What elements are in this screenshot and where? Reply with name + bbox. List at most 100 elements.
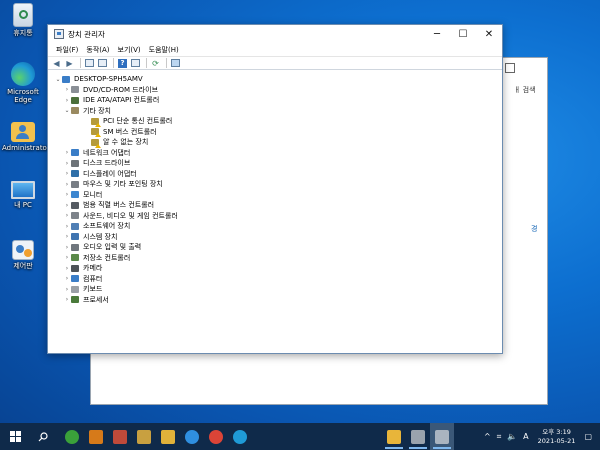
tree-item-label: 디스플레이 어댑터 — [83, 169, 137, 178]
collapse-chevron-icon[interactable]: ⌄ — [54, 76, 62, 83]
back-arrow-icon[interactable]: ◀ — [51, 58, 62, 68]
properties-icon[interactable] — [84, 58, 95, 68]
edge-label: Microsoft Edge — [7, 88, 39, 104]
menu-help[interactable]: 도움말(H) — [145, 45, 183, 55]
tree-item[interactable]: › 마우스 및 기타 포인팅 장치 — [48, 179, 502, 190]
tree-item[interactable]: › DVD/CD-ROM 드라이브 — [48, 85, 502, 96]
tree-item[interactable]: SM 버스 컨트롤러 — [48, 127, 502, 138]
expand-chevron-icon[interactable]: › — [63, 223, 71, 230]
desktop-icon-edge[interactable]: Microsoft Edge — [2, 62, 44, 104]
volume-icon[interactable]: 🔈 — [507, 432, 517, 441]
expand-chevron-icon[interactable]: › — [63, 265, 71, 272]
taskbar-app-bee-app[interactable] — [132, 423, 156, 450]
tree-item-label: DVD/CD-ROM 드라이브 — [83, 85, 159, 94]
taskbar-app-folder[interactable] — [382, 423, 406, 450]
tree-item[interactable]: ⌄ 기타 장치 — [48, 106, 502, 117]
help-icon[interactable]: ? — [117, 58, 128, 68]
taskbar-app-chrome[interactable] — [204, 423, 228, 450]
monitor-icon — [71, 191, 79, 199]
menu-action[interactable]: 동작(A) — [82, 45, 113, 55]
expand-chevron-icon[interactable]: › — [63, 97, 71, 104]
taskbar-app-file-explorer[interactable] — [156, 423, 180, 450]
background-window-control[interactable] — [505, 63, 515, 73]
clock[interactable]: 오후 3:19 2021-05-21 — [538, 428, 576, 446]
tree-item-label: 네트워크 어댑터 — [83, 148, 131, 157]
monitor-toolbar-icon[interactable] — [170, 58, 181, 68]
taskbar-app-edge[interactable] — [228, 423, 252, 450]
taskbar-app-tool-app[interactable] — [84, 423, 108, 450]
background-link-text[interactable]: 경 — [531, 224, 537, 234]
desktop-icon-administrator[interactable]: Administrator — [2, 122, 50, 152]
device-tree[interactable]: ⌄ DESKTOP-SPH5AMV › DVD/CD-ROM 드라이브 › IDE A… — [48, 72, 502, 353]
taskbar-app-eye-app[interactable] — [108, 423, 132, 450]
taskbar-app-device-manager-app[interactable] — [430, 423, 454, 450]
desktop-icon-recycle-bin[interactable]: 휴지통 — [2, 3, 44, 37]
menu-view[interactable]: 보기(V) — [114, 45, 145, 55]
device-manager-window[interactable]: 장치 관리자 ─ ☐ ✕ 파일(F) 동작(A) 보기(V) 도움말(H) ◀ … — [47, 24, 503, 354]
other-devices-icon — [71, 107, 79, 115]
tree-item[interactable]: › 키보드 — [48, 284, 502, 295]
tree-item[interactable]: › 모니터 — [48, 190, 502, 201]
title-bar[interactable]: 장치 관리자 ─ ☐ ✕ — [48, 25, 502, 43]
taskbar-app-printer-app[interactable] — [406, 423, 430, 450]
minimize-button[interactable]: ─ — [424, 25, 450, 43]
taskbar-app-ie[interactable] — [180, 423, 204, 450]
tree-item[interactable]: › 저장소 컨트롤러 — [48, 253, 502, 264]
taskbar: ^ ⌗ 🔈 A 오후 3:19 2021-05-21 ▢ — [0, 423, 600, 450]
tree-item[interactable]: › 카메라 — [48, 263, 502, 274]
recycle-bin-label: 휴지통 — [13, 29, 33, 37]
expand-chevron-icon[interactable]: ⌄ — [63, 107, 71, 114]
tree-item[interactable]: › 디스플레이 어댑터 — [48, 169, 502, 180]
resource-view-icon[interactable] — [130, 58, 141, 68]
taskbar-app-utorrent[interactable] — [60, 423, 84, 450]
tray-chevron-icon[interactable]: ^ — [484, 432, 491, 441]
tree-item[interactable]: › 디스크 드라이브 — [48, 158, 502, 169]
expand-chevron-icon[interactable]: › — [63, 160, 71, 167]
close-button[interactable]: ✕ — [476, 25, 502, 43]
search-button[interactable] — [30, 423, 56, 450]
notification-icon[interactable]: ▢ — [584, 432, 592, 441]
scan-hardware-icon[interactable]: ⟳ — [150, 58, 161, 68]
camera-icon — [71, 264, 79, 272]
tree-item[interactable]: › 프로세서 — [48, 295, 502, 306]
expand-chevron-icon[interactable]: › — [63, 181, 71, 188]
expand-chevron-icon[interactable]: › — [63, 170, 71, 177]
expand-chevron-icon[interactable]: › — [63, 296, 71, 303]
expand-chevron-icon[interactable]: › — [63, 244, 71, 251]
view-list-icon[interactable] — [97, 58, 108, 68]
expand-chevron-icon[interactable]: › — [63, 202, 71, 209]
expand-chevron-icon[interactable]: › — [63, 86, 71, 93]
expand-chevron-icon[interactable]: › — [63, 275, 71, 282]
expand-chevron-icon[interactable]: › — [63, 191, 71, 198]
tree-item[interactable]: › 시스템 장치 — [48, 232, 502, 243]
start-button[interactable] — [0, 423, 30, 450]
display-adapter-icon — [71, 170, 79, 178]
ime-indicator[interactable]: A — [523, 432, 528, 441]
tree-item[interactable]: › 오디오 입력 및 출력 — [48, 242, 502, 253]
tree-item[interactable]: › 컴퓨터 — [48, 274, 502, 285]
expand-chevron-icon[interactable]: › — [63, 233, 71, 240]
eye-app-icon — [113, 429, 127, 444]
tree-root[interactable]: ⌄ DESKTOP-SPH5AMV — [48, 74, 502, 85]
audio-io-icon — [71, 243, 79, 251]
menu-file[interactable]: 파일(F) — [52, 45, 82, 55]
tree-item[interactable]: › 네트워크 어댑터 — [48, 148, 502, 159]
tree-item[interactable]: › 사운드, 비디오 및 게임 컨트롤러 — [48, 211, 502, 222]
tree-item[interactable]: PCI 단순 통신 컨트롤러 — [48, 116, 502, 127]
desktop-icon-control-panel[interactable]: 제어판 — [2, 240, 44, 270]
desktop-icon-this-pc[interactable]: 내 PC — [2, 181, 44, 209]
tree-item-label: 저장소 컨트롤러 — [83, 253, 131, 262]
maximize-button[interactable]: ☐ — [450, 25, 476, 43]
tree-item[interactable]: › IDE ATA/ATAPI 컨트롤러 — [48, 95, 502, 106]
expand-chevron-icon[interactable]: › — [63, 254, 71, 261]
expand-chevron-icon[interactable]: › — [63, 286, 71, 293]
control-panel-label: 제어판 — [13, 262, 33, 270]
tree-item[interactable]: › 범용 직렬 버스 컨트롤러 — [48, 200, 502, 211]
expand-chevron-icon[interactable]: › — [63, 149, 71, 156]
tree-root-label: DESKTOP-SPH5AMV — [74, 75, 143, 84]
forward-arrow-icon[interactable]: ▶ — [64, 58, 75, 68]
tree-item[interactable]: 알 수 없는 장치 — [48, 137, 502, 148]
tree-item[interactable]: › 소프트웨어 장치 — [48, 221, 502, 232]
expand-chevron-icon[interactable]: › — [63, 212, 71, 219]
network-icon[interactable]: ⌗ — [497, 432, 502, 442]
